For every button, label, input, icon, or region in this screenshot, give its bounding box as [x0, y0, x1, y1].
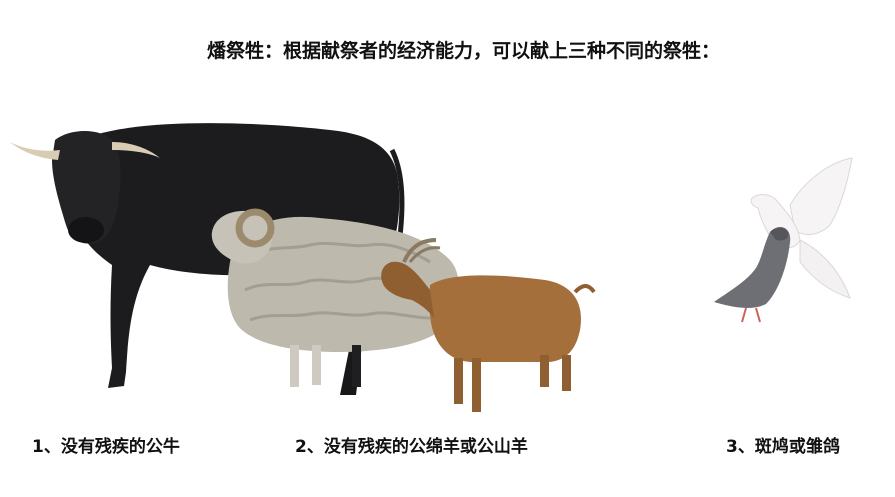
caption-doves: 3、斑鸠或雏鸽 [726, 437, 840, 457]
dove-icon [714, 157, 853, 323]
caption-bull: 1、没有残疾的公牛 [32, 437, 180, 457]
caption-ram-goat: 2、没有残疾的公绵羊或公山羊 [295, 437, 528, 457]
animals-illustration [10, 123, 853, 412]
